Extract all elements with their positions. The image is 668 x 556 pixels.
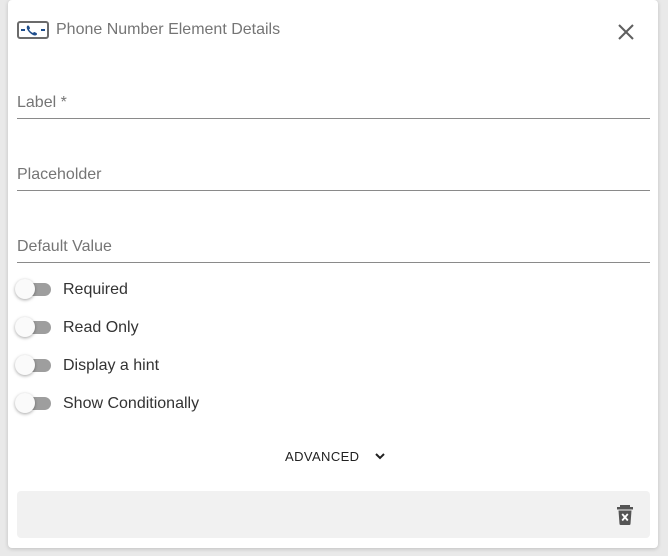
label-input[interactable] xyxy=(17,94,650,112)
delete-icon xyxy=(617,505,633,525)
default-value-field[interactable] xyxy=(17,222,650,263)
show-conditionally-label: Show Conditionally xyxy=(63,395,200,412)
toggle-row-required: Required xyxy=(15,278,315,302)
toggle-row-display-hint: Display a hint xyxy=(15,354,315,378)
toggle-row-show-conditionally: Show Conditionally xyxy=(15,392,315,416)
read-only-label: Read Only xyxy=(63,319,139,336)
dialog-footer xyxy=(17,491,650,538)
chevron-down-icon xyxy=(375,453,385,460)
advanced-toggle-button[interactable]: ADVANCED xyxy=(278,445,388,467)
close-icon xyxy=(618,24,634,40)
placeholder-field[interactable] xyxy=(17,150,650,191)
required-label: Required xyxy=(63,281,128,298)
close-button[interactable] xyxy=(612,18,640,46)
dialog-header: Phone Number Element Details xyxy=(17,18,640,46)
toggle-knob[interactable] xyxy=(15,279,35,299)
dialog-title: Phone Number Element Details xyxy=(56,21,281,38)
advanced-label: ADVANCED xyxy=(285,449,360,464)
required-toggle[interactable] xyxy=(15,278,53,302)
display-hint-label: Display a hint xyxy=(63,357,160,374)
show-conditionally-toggle[interactable] xyxy=(15,392,53,416)
toggle-row-read-only: Read Only xyxy=(15,316,315,340)
display-hint-toggle[interactable] xyxy=(15,354,53,378)
toggle-knob[interactable] xyxy=(15,355,35,375)
phone-number-element-icon xyxy=(17,21,49,39)
toggle-knob[interactable] xyxy=(15,317,35,337)
label-field[interactable] xyxy=(17,78,650,119)
default-value-input[interactable] xyxy=(17,238,650,256)
placeholder-input[interactable] xyxy=(17,166,650,184)
read-only-toggle[interactable] xyxy=(15,316,53,340)
toggle-knob[interactable] xyxy=(15,393,35,413)
delete-button[interactable] xyxy=(614,503,636,527)
element-details-dialog: Phone Number Element Details Required Re… xyxy=(8,0,658,548)
